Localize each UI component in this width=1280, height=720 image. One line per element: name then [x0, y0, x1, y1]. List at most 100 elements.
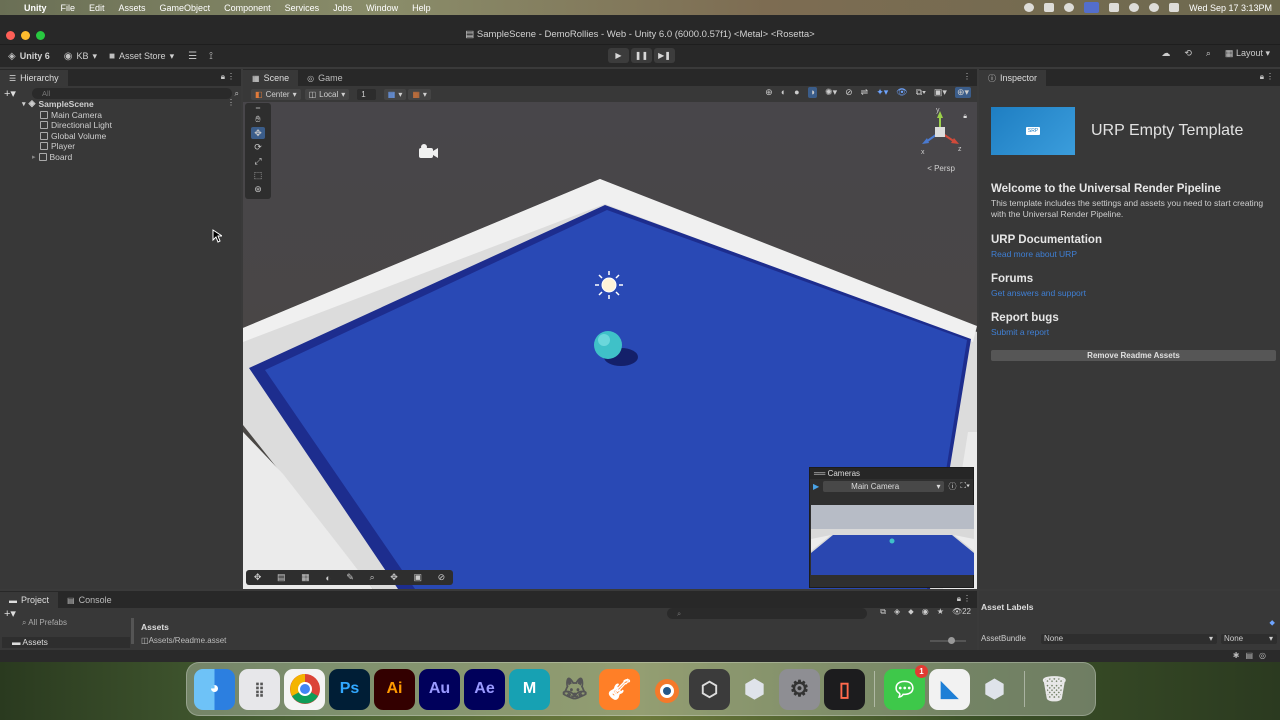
grid-snap-input[interactable]: 1 [357, 88, 376, 100]
control-center-icon[interactable] [1169, 3, 1180, 12]
tag-icon[interactable]: ⬥ [908, 607, 914, 617]
grid-tool-icon[interactable]: ▤ [277, 572, 286, 583]
spotlight-icon[interactable] [1149, 3, 1160, 12]
forums-link[interactable]: Get answers and support [991, 288, 1086, 298]
snap-tool-icon[interactable]: ▦ [301, 572, 310, 583]
2d-toggle-icon[interactable]: ⊘ [845, 87, 853, 98]
add-object-button[interactable]: +▾ [4, 87, 16, 100]
shading-wire-icon[interactable]: ◐ [781, 87, 786, 98]
lock-icon[interactable]: 🔒︎ [221, 72, 225, 82]
creative-cloud-icon[interactable] [1064, 3, 1075, 12]
foldout-open-icon[interactable]: ▾ [22, 100, 26, 108]
menu-component[interactable]: Component [224, 3, 271, 13]
hierarchy-scene-row[interactable]: ▾ ◈ SampleScene [22, 98, 94, 109]
lock-icon[interactable]: 🔒︎ [957, 594, 961, 604]
unity-status-icon[interactable] [1044, 3, 1055, 12]
gimp-icon[interactable]: 🦊︎ [554, 669, 595, 710]
report-bugs-link[interactable]: Submit a report [991, 327, 1049, 337]
garageband-icon[interactable]: 🎸︎ [599, 668, 640, 710]
menu-jobs[interactable]: Jobs [333, 3, 352, 13]
search-icon[interactable]: ⌕ [1206, 48, 1211, 59]
menu-services[interactable]: Services [285, 3, 320, 13]
finder-icon[interactable]: ◕ [194, 668, 235, 710]
foldout-closed-icon[interactable]: ▸ [32, 153, 36, 161]
trash-icon[interactable]: 🗑︎ [1034, 669, 1075, 710]
scene-viewport[interactable]: y x z < Persp 🔒︎ ═ ✋︎ ✥ ⟳ ⤢ ⬚ ⊛ ✥ ▤ ▦ ◐ … [243, 102, 977, 589]
fullscreen-icon[interactable]: ⛶▾ [960, 481, 970, 491]
favorite-icon[interactable]: ★ [937, 607, 944, 617]
rotate-handle-icon[interactable]: ◐ [325, 573, 330, 583]
more-options-icon[interactable]: ⋮ [963, 594, 971, 603]
vscode-icon[interactable]: ◣ [929, 668, 970, 710]
unity-6-icon-2[interactable]: ⬢ [974, 669, 1015, 710]
menu-assets[interactable]: Assets [119, 3, 146, 13]
step-button[interactable]: ▶❚ [654, 48, 675, 63]
more-options-icon[interactable]: ⋮ [963, 72, 971, 81]
menu-window[interactable]: Window [366, 3, 398, 13]
pan-tool-icon[interactable]: ✥ [390, 572, 398, 583]
more-options-icon[interactable]: ⋮ [227, 72, 235, 81]
hierarchy-item-directional-light[interactable]: Directional Light [40, 119, 112, 130]
effects-icon[interactable]: ✦▾ [876, 87, 888, 98]
lighting-icon[interactable]: ⇌ [861, 87, 869, 98]
assetbundle-variant-dropdown[interactable]: None ▾ [1221, 634, 1277, 644]
icon-size-slider[interactable] [930, 637, 966, 644]
chrome-icon[interactable] [284, 668, 325, 710]
more-options-icon[interactable]: ⋮ [1266, 72, 1274, 81]
move-tool-icon[interactable]: ✥ [251, 127, 265, 139]
hierarchy-item-board[interactable]: ▸ Board [32, 151, 72, 162]
tab-project[interactable]: ▬ Project [0, 592, 59, 608]
menu-help[interactable]: Help [412, 3, 431, 13]
layout-dropdown[interactable]: ▦ Layout ▾ [1225, 48, 1270, 59]
asset-store-button[interactable]: ■ Asset Store ▾ [109, 51, 174, 62]
launchpad-icon[interactable]: ⣿ [239, 668, 280, 710]
project-search-input[interactable]: ⌕ [667, 608, 867, 619]
battery-icon[interactable] [1109, 3, 1120, 12]
layers-icon[interactable]: ⧉▾ [916, 87, 926, 98]
grid-visibility-button[interactable]: ▦ ▾ [383, 88, 407, 100]
search-by-type-icon[interactable]: ⧉ [880, 607, 886, 617]
maya-icon[interactable]: M [509, 668, 550, 710]
pivot-rotation-dropdown[interactable]: ◫ Local ▾ [304, 88, 350, 100]
gizmos-icon[interactable]: ⊕▾ [954, 87, 971, 98]
system-settings-icon[interactable]: ⚙ [779, 668, 820, 710]
visibility-icon[interactable]: 👁︎ [896, 87, 907, 98]
tab-inspector[interactable]: ⓘ Inspector [979, 70, 1047, 86]
menubar-datetime[interactable]: Wed Sep 17 3:13PM [1189, 3, 1272, 13]
assetbundle-dropdown[interactable]: None ▾ [1041, 634, 1217, 644]
tree-item-all-prefabs[interactable]: ⌕ All Prefabs [22, 618, 67, 628]
photoshop-icon[interactable]: Ps [329, 668, 370, 710]
snap-settings-button[interactable]: ▦ ▾ [408, 88, 431, 100]
move-handle-icon[interactable]: ✥ [254, 572, 262, 583]
menu-edit[interactable]: Edit [89, 3, 105, 13]
unity-hub-icon[interactable]: ⬡ [689, 668, 730, 710]
camera-select-dropdown[interactable]: Main Camera ▾ [823, 480, 945, 492]
bug-icon[interactable]: ✱ [1233, 651, 1246, 660]
unity-6-icon[interactable]: ⬢ [734, 669, 775, 710]
simulator-icon[interactable]: ▯ [824, 668, 865, 710]
frame-tool-icon[interactable]: ▣ [413, 572, 422, 583]
illustrator-icon[interactable]: Ai [374, 668, 415, 710]
compass-tool-icon[interactable]: ⊘ [438, 572, 446, 583]
search-filter-icon[interactable]: ⌕ [235, 89, 239, 99]
wifi-icon[interactable] [1129, 3, 1140, 12]
orientation-icon[interactable]: ⊕ [765, 87, 773, 98]
documentation-link[interactable]: Read more about URP [991, 249, 1077, 259]
messages-icon[interactable]: 💬︎ 1 [884, 664, 928, 710]
info-icon[interactable]: ⓘ [948, 481, 956, 492]
cameras-overlay-header[interactable]: ══ Cameras [810, 468, 973, 479]
shading-solid-icon[interactable]: ● [794, 87, 799, 98]
play-button[interactable]: ▶ [608, 48, 629, 63]
shading-lit-icon[interactable]: ◑ [807, 87, 818, 98]
label-tag-icon[interactable]: ⬥ [1269, 618, 1275, 628]
menu-gameobject[interactable]: GameObject [160, 3, 211, 13]
menu-app-unity[interactable]: Unity [24, 3, 47, 13]
scene-menu-icon[interactable]: ⋮ [227, 98, 235, 107]
tree-scrollbar[interactable] [131, 618, 134, 644]
audition-icon[interactable]: Au [419, 668, 460, 710]
blender-icon[interactable] [644, 669, 685, 710]
hierarchy-item-player[interactable]: Player [40, 140, 75, 151]
hidden-packages-icon[interactable]: ◉ [922, 607, 929, 617]
perspective-toggle[interactable]: < Persp [927, 164, 955, 173]
rotate-tool-icon[interactable]: ⟳ [251, 141, 265, 153]
